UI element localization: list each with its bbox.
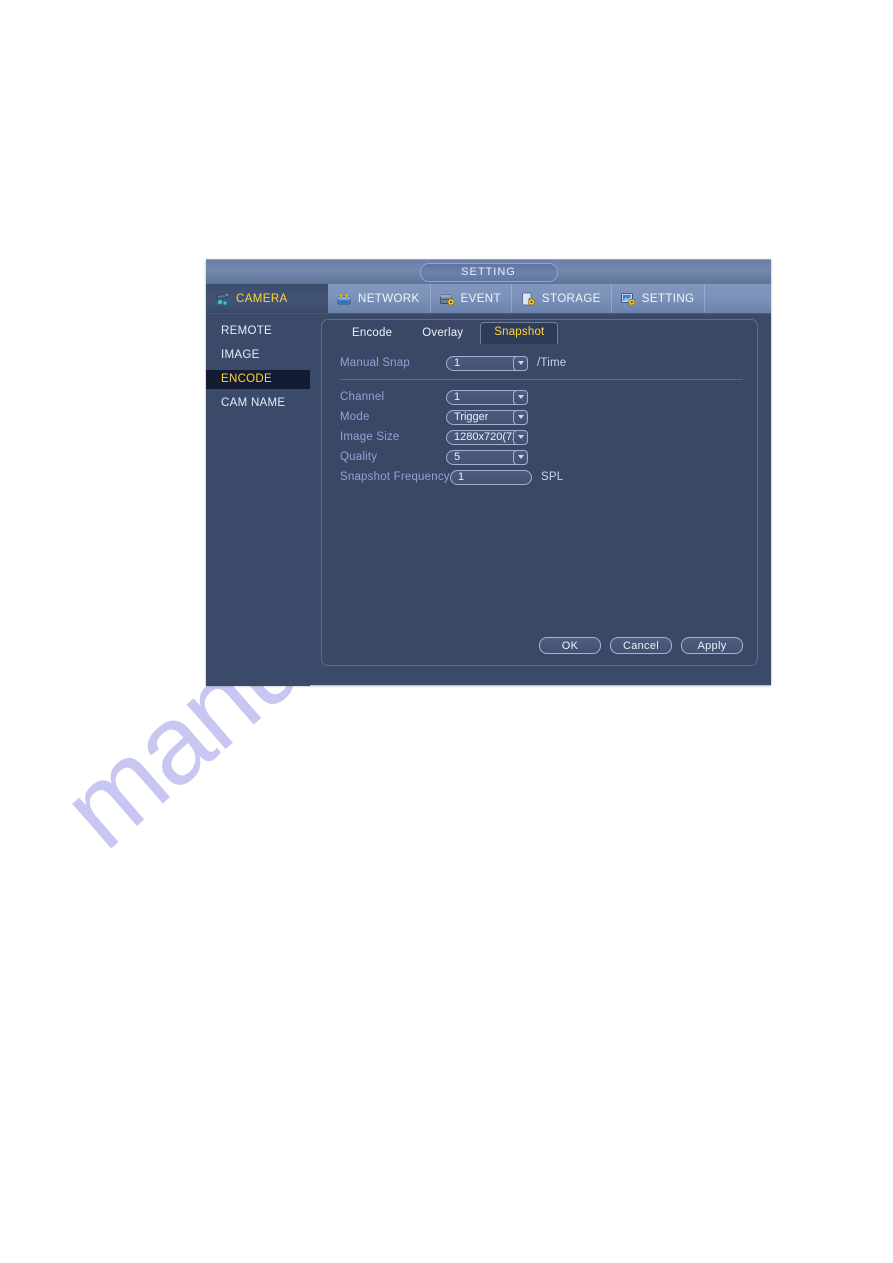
quality-dropdown[interactable]: 5 (446, 449, 528, 465)
category-tabbar: CAMERA NETWORK EVENT STORAGE SETTING (206, 284, 771, 314)
category-tab-setting[interactable]: SETTING (612, 284, 706, 313)
chevron-down-icon[interactable] (513, 355, 528, 371)
form-row-channel: Channel 1 (340, 387, 743, 407)
sidebar-item-remote[interactable]: REMOTE (206, 322, 310, 341)
category-tab-label-setting: SETTING (641, 292, 695, 305)
sidebar-item-cam-name[interactable]: CAM NAME (206, 394, 310, 413)
manual-snap-dropdown[interactable]: 1 (446, 355, 528, 371)
camera-icon (214, 292, 231, 306)
category-tab-network[interactable]: NETWORK (328, 284, 431, 313)
event-icon (439, 292, 456, 306)
sidebar-item-encode[interactable]: ENCODE (206, 370, 310, 389)
chevron-down-icon[interactable] (513, 409, 528, 425)
snapshot-frequency-value: 1 (458, 471, 465, 483)
category-tab-event[interactable]: EVENT (431, 284, 512, 313)
image-size-dropdown[interactable]: 1280x720(720 (446, 429, 528, 445)
panel-button-row: OK Cancel Apply (539, 637, 743, 654)
snapshot-frequency-suffix: SPL (541, 471, 564, 483)
category-tab-label-camera: CAMERA (236, 292, 288, 305)
form-row-snapshot-frequency: Snapshot Frequency 1 SPL (340, 467, 743, 487)
manual-snap-suffix: /Time (537, 357, 567, 369)
sidebar-item-image[interactable]: IMAGE (206, 346, 310, 365)
storage-icon (520, 292, 537, 306)
panel-tabbar: Encode Overlay Snapshot (322, 320, 757, 344)
window-title: SETTING (419, 263, 558, 282)
window-titlebar: SETTING (206, 260, 771, 284)
tab-snapshot[interactable]: Snapshot (480, 322, 559, 344)
ok-button[interactable]: OK (539, 637, 601, 654)
snapshot-frequency-input[interactable]: 1 (450, 469, 532, 485)
quality-value: 5 (454, 451, 461, 463)
chevron-down-icon[interactable] (513, 429, 528, 445)
snapshot-form: Manual Snap 1 /Time Channel 1 Mode Trigg… (340, 353, 743, 487)
form-row-image-size: Image Size 1280x720(720 (340, 427, 743, 447)
cancel-button[interactable]: Cancel (610, 637, 672, 654)
form-row-quality: Quality 5 (340, 447, 743, 467)
network-icon (336, 292, 353, 306)
sidebar: REMOTE IMAGE ENCODE CAM NAME (206, 314, 310, 686)
image-size-label: Image Size (340, 431, 400, 443)
quality-label: Quality (340, 451, 378, 463)
channel-dropdown[interactable]: 1 (446, 389, 528, 405)
tab-encode[interactable]: Encode (339, 323, 405, 344)
mode-dropdown[interactable]: Trigger (446, 409, 528, 425)
category-tab-label-storage: STORAGE (541, 292, 601, 305)
category-tab-label-event: EVENT (460, 292, 501, 305)
category-tab-label-network: NETWORK (358, 292, 420, 305)
mode-label: Mode (340, 411, 370, 423)
mode-value: Trigger (454, 411, 489, 423)
window-body: REMOTE IMAGE ENCODE CAM NAME Encode Over… (206, 314, 771, 686)
channel-value: 1 (454, 391, 461, 403)
form-row-mode: Mode Trigger (340, 407, 743, 427)
apply-button[interactable]: Apply (681, 637, 743, 654)
content-area: Encode Overlay Snapshot Manual Snap 1 /T… (310, 314, 771, 686)
form-divider (340, 379, 743, 380)
tab-overlay[interactable]: Overlay (409, 323, 476, 344)
manual-snap-label: Manual Snap (340, 357, 410, 369)
channel-label: Channel (340, 391, 385, 403)
category-tab-camera[interactable]: CAMERA (206, 284, 328, 313)
snapshot-panel: Encode Overlay Snapshot Manual Snap 1 /T… (321, 319, 758, 666)
chevron-down-icon[interactable] (513, 449, 528, 465)
chevron-down-icon[interactable] (513, 389, 528, 405)
snapshot-frequency-label: Snapshot Frequency (340, 471, 450, 483)
category-tab-storage[interactable]: STORAGE (512, 284, 612, 313)
manual-snap-value: 1 (454, 357, 461, 369)
form-row-manual-snap: Manual Snap 1 /Time (340, 353, 743, 373)
setting-icon (620, 292, 637, 306)
setting-window: SETTING CAMERA NETWORK EVENT STORAGE SET… (206, 259, 771, 686)
